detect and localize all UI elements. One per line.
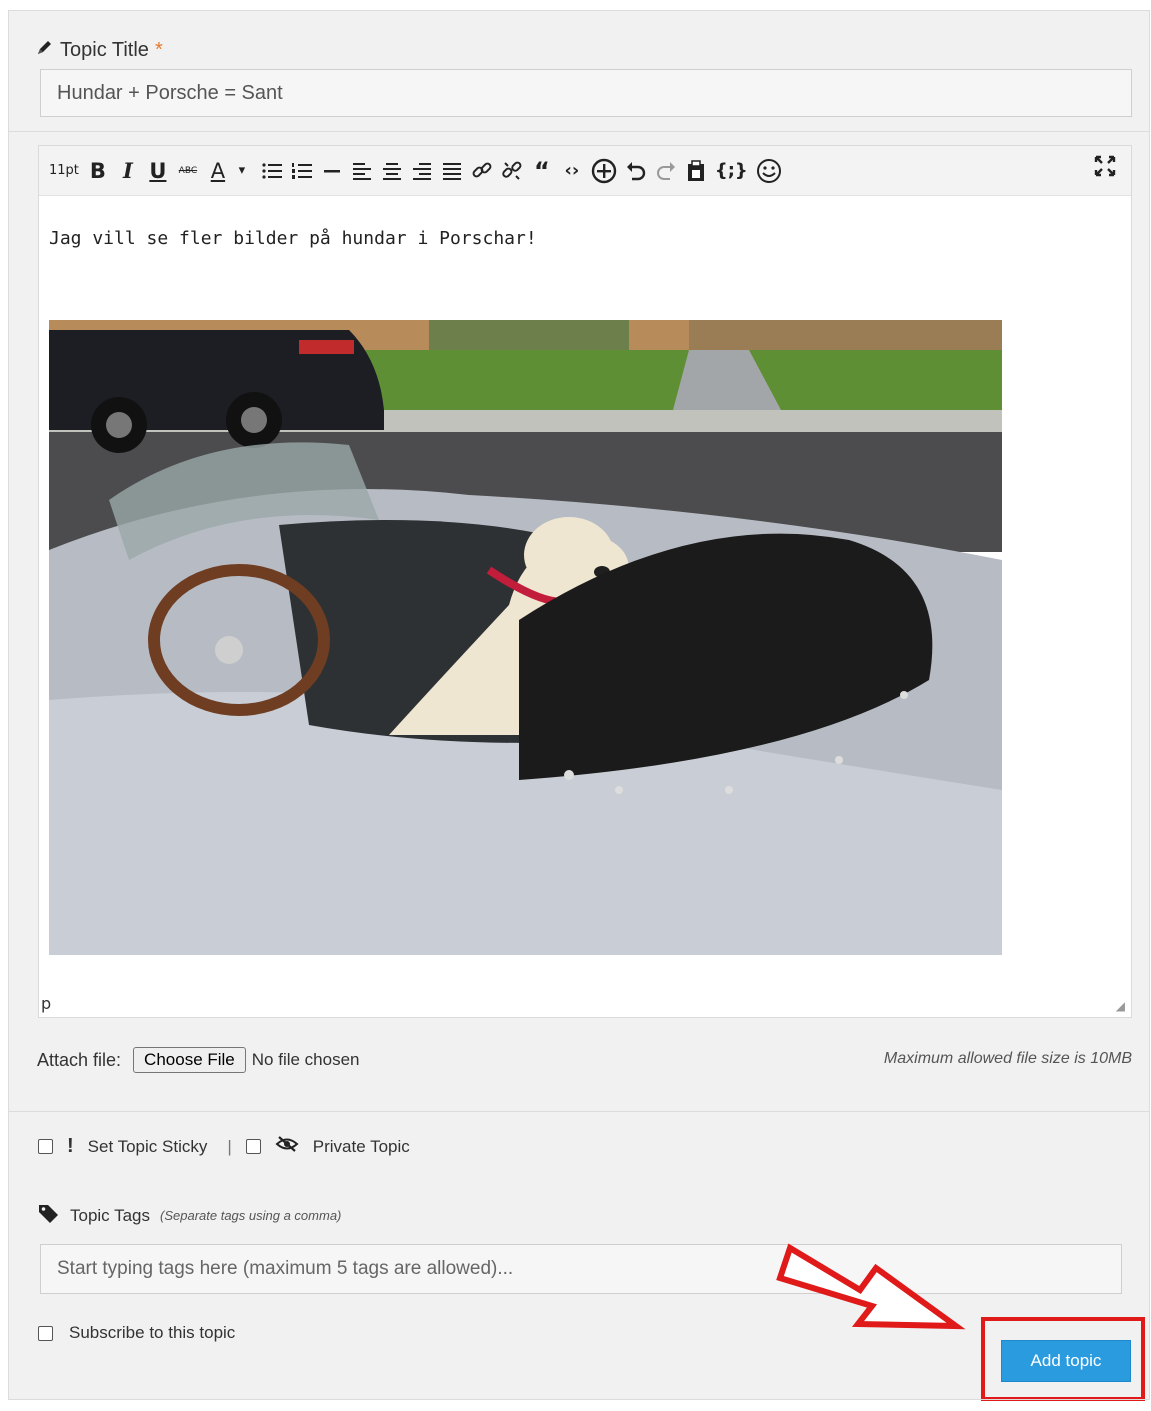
topic-tags-label: Topic Tags (Separate tags using a comma) <box>38 1203 341 1228</box>
topic-title-label: Topic Title * <box>36 38 163 62</box>
chevron-down-icon[interactable]: ▾ <box>231 154 253 188</box>
choose-file-button[interactable]: Choose File <box>133 1047 246 1073</box>
resize-handle-icon[interactable]: ◢ <box>1116 999 1125 1013</box>
dog-in-porsche-photo <box>49 320 1002 955</box>
text-color-button[interactable]: A <box>207 154 229 188</box>
divider <box>8 1399 1150 1400</box>
private-label: Private Topic <box>312 1136 410 1156</box>
rich-text-editor[interactable]: 11pt B I U ABC A ▾ “ ‹› {;} Jag vill se … <box>38 145 1132 1018</box>
subscribe-row: Subscribe to this topic <box>38 1323 235 1343</box>
font-size-select[interactable]: 11pt <box>49 154 79 188</box>
topic-title-input[interactable]: Hundar + Porsche = Sant <box>40 69 1132 117</box>
required-marker: * <box>154 38 163 61</box>
topic-tags-text: Topic Tags <box>70 1205 151 1225</box>
code-icon[interactable]: ‹› <box>561 154 583 188</box>
topic-tags-hint: (Separate tags using a comma) <box>160 1208 342 1223</box>
bulleted-list-icon[interactable] <box>261 154 283 188</box>
attach-file-row: Attach file: Choose File No file chosen <box>37 1047 360 1073</box>
add-topic-button[interactable]: Add topic <box>1001 1340 1131 1382</box>
file-status: No file chosen <box>251 1050 360 1069</box>
sticky-checkbox[interactable] <box>38 1139 53 1154</box>
align-center-icon[interactable] <box>381 154 403 188</box>
tag-icon <box>38 1203 60 1228</box>
source-code-icon[interactable]: {;} <box>715 154 748 188</box>
eye-slash-icon <box>275 1135 299 1158</box>
paste-icon[interactable] <box>685 154 707 188</box>
annotation-arrow <box>770 1238 970 1343</box>
subscribe-checkbox[interactable] <box>38 1325 53 1341</box>
underline-button[interactable]: U <box>147 154 169 188</box>
topic-options: ! Set Topic Sticky | Private Topic <box>38 1135 410 1158</box>
subscribe-label: Subscribe to this topic <box>69 1323 236 1342</box>
blockquote-icon[interactable]: “ <box>531 154 553 188</box>
options-separator: | <box>227 1136 232 1156</box>
sticky-label: Set Topic Sticky <box>87 1136 208 1156</box>
max-file-size-note: Maximum allowed file size is 10MB <box>883 1050 1132 1067</box>
attach-file-label: Attach file: <box>37 1049 122 1070</box>
align-right-icon[interactable] <box>411 154 433 188</box>
insert-icon[interactable] <box>591 154 617 188</box>
element-path: p <box>41 994 52 1013</box>
align-justify-icon[interactable] <box>441 154 463 188</box>
private-checkbox[interactable] <box>245 1139 261 1154</box>
numbered-list-icon[interactable] <box>291 154 313 188</box>
editor-body-text: Jag vill se fler bilder på hundar i Pors… <box>49 228 537 249</box>
horizontal-line-icon[interactable] <box>321 154 343 188</box>
unlink-icon[interactable] <box>501 154 523 188</box>
editor-toolbar: 11pt B I U ABC A ▾ “ ‹› {;} <box>39 146 1131 196</box>
redo-icon[interactable] <box>655 154 677 188</box>
italic-button[interactable]: I <box>117 154 139 188</box>
emoticon-icon[interactable] <box>756 154 782 188</box>
divider <box>8 1111 1150 1112</box>
topic-title-text: Topic Title <box>60 38 149 61</box>
divider <box>8 131 1150 132</box>
bold-button[interactable]: B <box>87 154 109 188</box>
pencil-icon <box>36 38 54 62</box>
exclamation-icon: ! <box>67 1135 74 1157</box>
post-image[interactable] <box>49 320 1002 955</box>
fullscreen-icon[interactable] <box>1093 154 1117 184</box>
link-icon[interactable] <box>471 154 493 188</box>
strikethrough-button[interactable]: ABC <box>177 154 199 188</box>
undo-icon[interactable] <box>625 154 647 188</box>
align-left-icon[interactable] <box>351 154 373 188</box>
